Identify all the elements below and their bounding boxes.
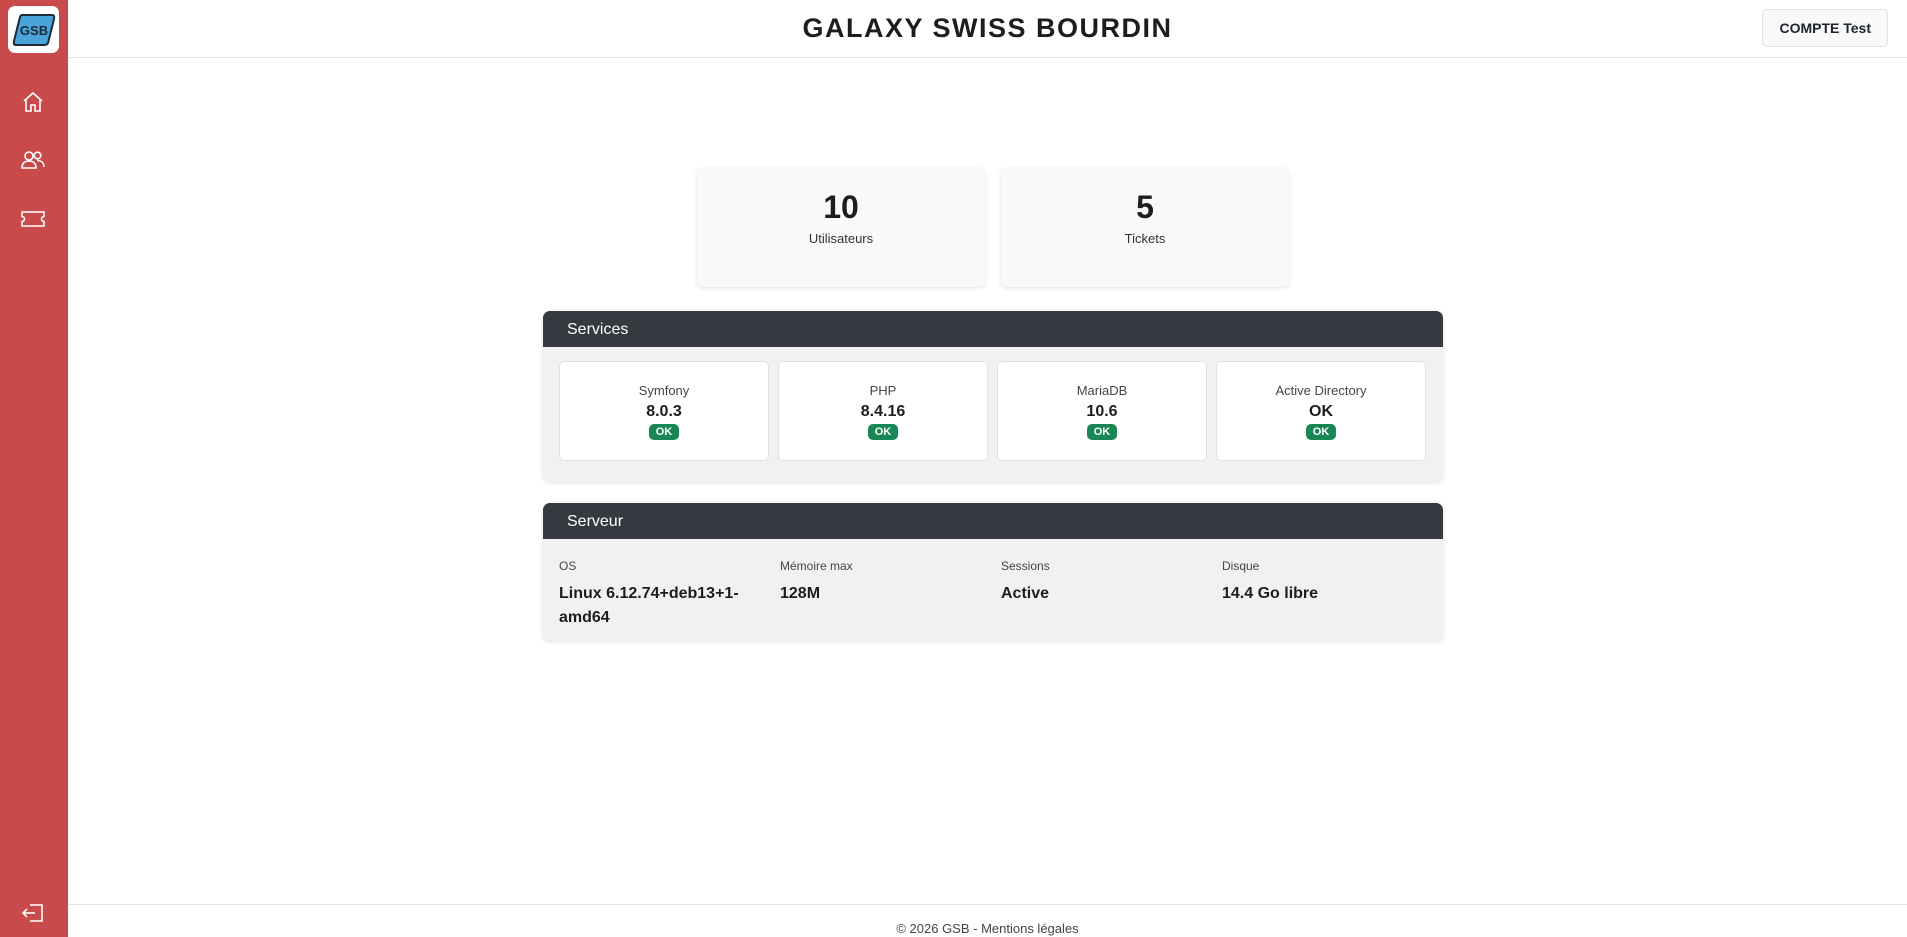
server-panel-title: Serveur xyxy=(543,503,1443,539)
services-list: Symfony 8.0.3 OK PHP 8.4.16 OK MariaDB 1… xyxy=(543,347,1443,482)
stat-label: Utilisateurs xyxy=(808,231,874,246)
stat-card-tickets: 5 Tickets xyxy=(1001,168,1289,287)
server-info-value: 128M xyxy=(780,585,821,602)
server-info-sessions: Sessions Active xyxy=(1001,559,1201,606)
service-card-mariadb: MariaDB 10.6 OK xyxy=(997,361,1207,461)
server-panel: Serveur OS Linux 6.12.74+deb13+1-amd64 M… xyxy=(543,503,1443,641)
sidebar-item-tickets[interactable] xyxy=(19,205,47,233)
server-info-label: Sessions xyxy=(1001,559,1050,573)
footer-text[interactable]: © 2026 GSB - Mentions légales xyxy=(896,921,1078,936)
server-info-label: OS xyxy=(559,559,577,573)
gsb-logo[interactable]: GSB xyxy=(8,6,59,53)
server-info-label: Mémoire max xyxy=(780,559,853,573)
service-card-symfony: Symfony 8.0.3 OK xyxy=(559,361,769,461)
server-info-value: Linux 6.12.74+deb13+1-amd64 xyxy=(559,585,739,626)
service-name: Active Directory xyxy=(1275,383,1367,398)
service-version: 8.0.3 xyxy=(646,403,682,420)
service-name: PHP xyxy=(869,383,897,398)
top-header: GALAXY SWISS BOURDIN COMPTE Test xyxy=(68,0,1907,58)
status-badge: OK xyxy=(1305,424,1337,440)
service-version: 8.4.16 xyxy=(860,403,906,420)
service-version: 10.6 xyxy=(1086,403,1118,420)
svg-text:GSB: GSB xyxy=(19,23,47,38)
sidebar-item-home[interactable] xyxy=(19,88,47,116)
footer: © 2026 GSB - Mentions légales xyxy=(68,904,1907,937)
logout-icon xyxy=(21,904,43,922)
home-icon xyxy=(23,91,43,112)
status-badge: OK xyxy=(648,424,680,440)
logout-button[interactable] xyxy=(19,899,47,927)
service-card-php: PHP 8.4.16 OK xyxy=(778,361,988,461)
sidebar: GSB xyxy=(0,0,68,937)
services-panel-title: Services xyxy=(543,311,1443,347)
service-card-active-directory: Active Directory OK OK xyxy=(1216,361,1426,461)
sidebar-item-users[interactable] xyxy=(19,146,47,174)
server-info-value: 14.4 Go libre xyxy=(1222,585,1319,602)
stat-label: Tickets xyxy=(1124,231,1166,246)
server-info-os: OS Linux 6.12.74+deb13+1-amd64 xyxy=(559,559,759,630)
server-info-label: Disque xyxy=(1222,559,1260,573)
app-title: GALAXY SWISS BOURDIN xyxy=(802,13,1173,43)
status-badge: OK xyxy=(867,424,899,440)
server-info-memory: Mémoire max 128M xyxy=(780,559,980,606)
service-name: Symfony xyxy=(638,383,690,398)
account-button[interactable]: COMPTE Test xyxy=(1762,9,1888,47)
service-name: MariaDB xyxy=(1076,383,1128,398)
stat-value: 10 xyxy=(823,189,859,225)
server-info-value: Active xyxy=(1001,585,1050,602)
services-panel: Services Symfony 8.0.3 OK PHP 8.4.16 OK … xyxy=(543,311,1443,482)
stat-card-users: 10 Utilisateurs xyxy=(697,168,985,287)
ticket-icon xyxy=(21,211,45,227)
service-version: OK xyxy=(1309,403,1333,420)
status-badge: OK xyxy=(1086,424,1118,440)
users-icon xyxy=(21,151,45,169)
server-info: OS Linux 6.12.74+deb13+1-amd64 Mémoire m… xyxy=(543,539,1443,641)
stat-value: 5 xyxy=(1136,189,1154,225)
gsb-logo-icon: GSB xyxy=(12,13,55,46)
server-info-disk: Disque 14.4 Go libre xyxy=(1222,559,1422,606)
